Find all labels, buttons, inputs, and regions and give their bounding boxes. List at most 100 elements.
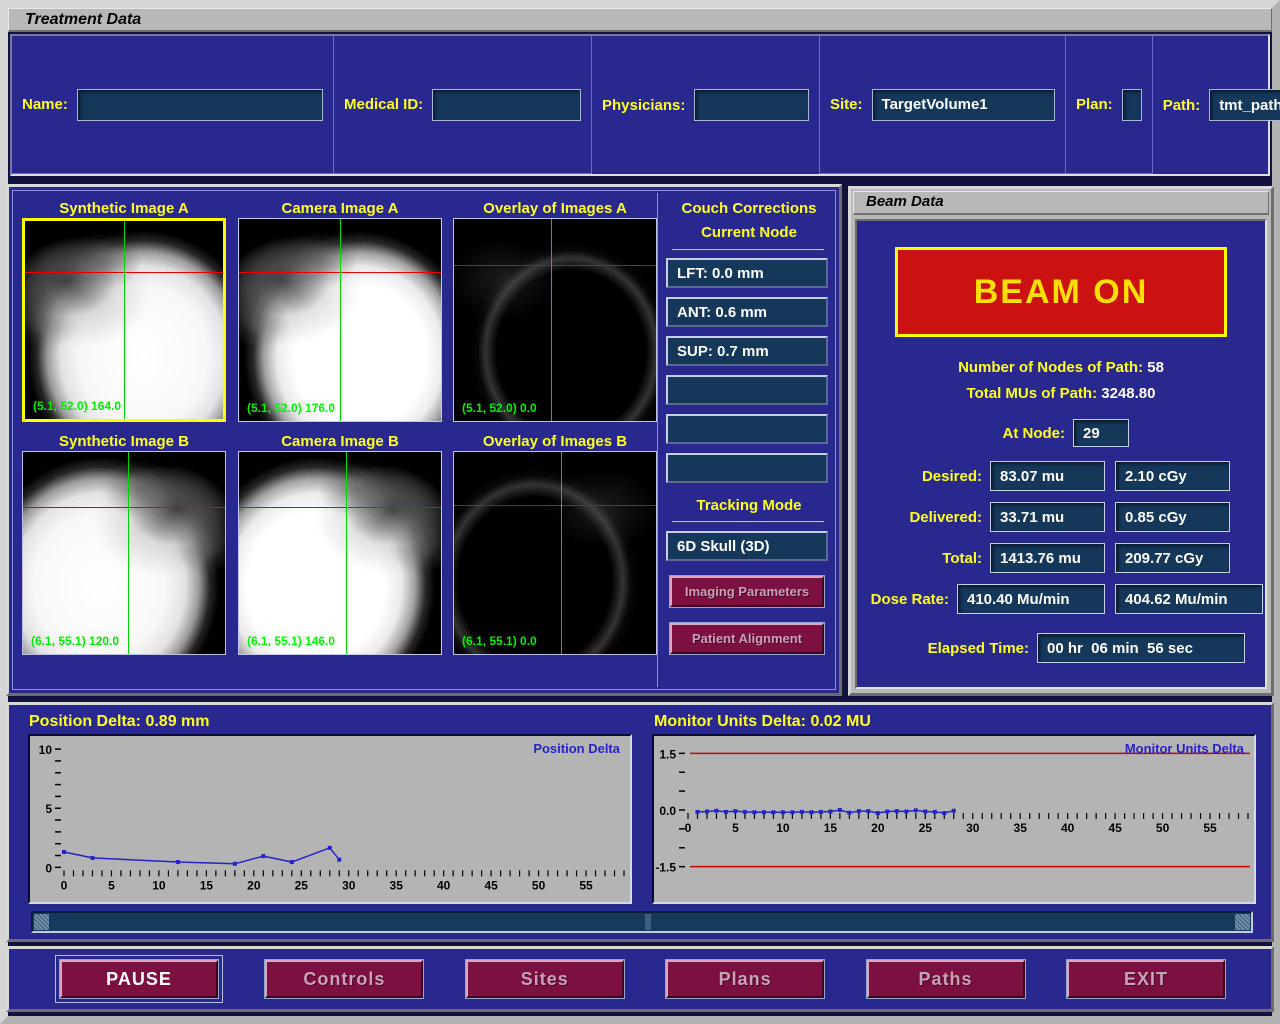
synthetic-image-a-viewport[interactable]: (5.1, 52.0) 164.0	[22, 218, 226, 422]
sites-button[interactable]: Sites	[464, 959, 625, 999]
delivered-cgy-field: 0.85 cGy	[1115, 502, 1230, 532]
beam-status-indicator: BEAM ON	[895, 247, 1227, 337]
beam-data-content: BEAM ON Number of Nodes of Path: 58 Tota…	[855, 219, 1267, 689]
crosshair-horizontal	[239, 506, 441, 508]
position-delta-chart: Position Delta 0 5 10 0 5 10 15 20 25 30 35 40 45 50 5…	[28, 734, 632, 904]
overlay-a-coords: (5.1, 52.0) 0.0	[462, 401, 537, 415]
crosshair-horizontal	[454, 265, 656, 267]
couch-corrections-title: Couch Corrections	[681, 200, 817, 217]
svg-text:15: 15	[824, 821, 838, 835]
scrollbar-left-handle[interactable]	[34, 914, 49, 930]
overlay-images-a-viewport[interactable]: (5.1, 52.0) 0.0	[453, 218, 657, 422]
delta-charts-panel: Position Delta: 0.89 mm Position Delta 0…	[6, 702, 1274, 942]
svg-text:0: 0	[45, 861, 52, 875]
current-node-subtitle: Current Node	[701, 224, 797, 241]
crosshair-vertical	[561, 452, 563, 654]
dose-rate-1-field: 410.40 Mu/min	[957, 584, 1105, 614]
couch-correction-empty-2	[666, 414, 828, 444]
pause-button[interactable]: PAUSE	[59, 959, 219, 999]
camera-image-b-viewport[interactable]: (6.1, 55.1) 146.0	[238, 451, 442, 655]
tracking-mode-underline	[672, 521, 824, 523]
scrollbar-divider	[645, 914, 651, 930]
at-node-field: 29	[1073, 419, 1129, 447]
couch-correction-sup: SUP: 0.7 mm	[666, 336, 828, 366]
path-field[interactable]: tmt_path2	[1209, 89, 1280, 121]
plan-label: Plan:	[1076, 96, 1113, 113]
dose-rate-row: Dose Rate: 410.40 Mu/min 404.62 Mu/min	[857, 584, 1265, 614]
desired-cgy-field: 2.10 cGy	[1115, 461, 1230, 491]
svg-text:55: 55	[579, 878, 593, 892]
plan-field[interactable]	[1121, 88, 1142, 121]
medical-id-field[interactable]	[432, 88, 581, 121]
svg-text:5: 5	[45, 802, 52, 816]
total-mu-field: 1413.76 mu	[990, 543, 1105, 573]
window-titlebar[interactable]: Treatment Data	[8, 8, 1272, 32]
camera-a-title: Camera Image A	[281, 200, 399, 217]
paths-button[interactable]: Paths	[865, 959, 1026, 999]
crosshair-vertical	[340, 219, 341, 421]
treatment-fields-panel: Name: Medical ID: Physicians: Site: Targ…	[10, 34, 1280, 176]
overlay-images-b-viewport[interactable]: (6.1, 55.1) 0.0	[453, 451, 657, 655]
overlay-a-title: Overlay of Images A	[483, 200, 627, 217]
nodes-of-path-line: Number of Nodes of Path: 58	[958, 359, 1164, 376]
plans-button[interactable]: Plans	[665, 959, 826, 999]
svg-text:10: 10	[152, 878, 166, 892]
couch-correction-ant: ANT: 0.6 mm	[666, 297, 828, 327]
beam-data-window: Beam Data BEAM ON Number of Nodes of Pat…	[848, 186, 1274, 696]
exit-button[interactable]: EXIT	[1065, 959, 1226, 999]
monitor-units-delta-legend: Monitor Units Delta	[1124, 741, 1244, 756]
patient-alignment-button[interactable]: Patient Alignment	[669, 622, 825, 655]
physicians-field[interactable]	[694, 89, 809, 121]
svg-text:40: 40	[1061, 821, 1075, 835]
dose-rate-2-field: 404.62 Mu/min	[1115, 584, 1263, 614]
svg-text:35: 35	[390, 878, 404, 892]
couch-correction-empty-3	[666, 453, 828, 483]
svg-text:15: 15	[200, 878, 214, 892]
crosshair-vertical	[124, 221, 125, 419]
scrollbar-right-handle[interactable]	[1235, 914, 1250, 930]
svg-text:10: 10	[776, 821, 790, 835]
overlay-b-coords: (6.1, 55.1) 0.0	[462, 634, 537, 648]
main-buttons-panel: PAUSE Controls Sites Plans Paths EXIT	[6, 946, 1274, 1012]
svg-text:0: 0	[61, 878, 68, 892]
delivered-mu-field: 33.71 mu	[990, 502, 1105, 532]
elapsed-time-row: Elapsed Time: 00 hr 06 min 56 sec	[857, 633, 1265, 663]
svg-text:30: 30	[342, 878, 356, 892]
name-field[interactable]	[76, 88, 323, 121]
svg-text:-1.5: -1.5	[655, 861, 676, 875]
svg-text:30: 30	[966, 821, 980, 835]
synthetic-image-b-viewport[interactable]: (6.1, 55.1) 120.0	[22, 451, 226, 655]
position-delta-title: Position Delta: 0.89 mm	[29, 713, 210, 730]
controls-button[interactable]: Controls	[264, 959, 425, 999]
synthetic-b-title: Synthetic Image B	[58, 433, 190, 450]
at-node-label: At Node:	[1002, 424, 1066, 442]
pause-focus-frame: PAUSE	[55, 955, 223, 1003]
current-node-underline	[672, 249, 824, 251]
svg-text:50: 50	[532, 878, 546, 892]
name-label: Name:	[22, 96, 68, 113]
svg-text:5: 5	[108, 878, 115, 892]
imaging-parameters-button[interactable]: Imaging Parameters	[669, 575, 825, 608]
total-mus-line: Total MUs of Path: 3248.80	[966, 385, 1156, 402]
svg-text:40: 40	[437, 878, 451, 892]
svg-text:20: 20	[247, 878, 261, 892]
charts-horizontal-scrollbar[interactable]	[31, 911, 1253, 933]
at-node-row: At Node: 29	[857, 419, 1265, 447]
camera-a-coords: (5.1, 52.0) 176.0	[247, 401, 336, 415]
site-field[interactable]: TargetVolume1	[871, 88, 1055, 121]
couch-correction-empty-1	[666, 375, 828, 405]
desired-row: Desired: 83.07 mu 2.10 cGy	[857, 461, 1265, 491]
medical-id-label: Medical ID:	[344, 96, 424, 113]
imaging-couch-divider	[657, 193, 658, 687]
physicians-label: Physicians:	[602, 96, 686, 114]
svg-text:20: 20	[871, 821, 885, 835]
crosshair-horizontal	[23, 506, 225, 508]
camera-b-title: Camera Image B	[281, 433, 399, 450]
treatment-data-window: Treatment Data Name: Medical ID: Physici…	[0, 0, 1280, 1024]
camera-image-a-viewport[interactable]: (5.1, 52.0) 176.0	[238, 218, 442, 422]
crosshair-horizontal	[454, 504, 656, 506]
svg-text:1.5: 1.5	[659, 747, 676, 761]
couch-correction-lft: LFT: 0.0 mm	[666, 258, 828, 288]
beam-data-titlebar[interactable]: Beam Data	[853, 191, 1269, 215]
svg-text:0: 0	[685, 821, 692, 835]
